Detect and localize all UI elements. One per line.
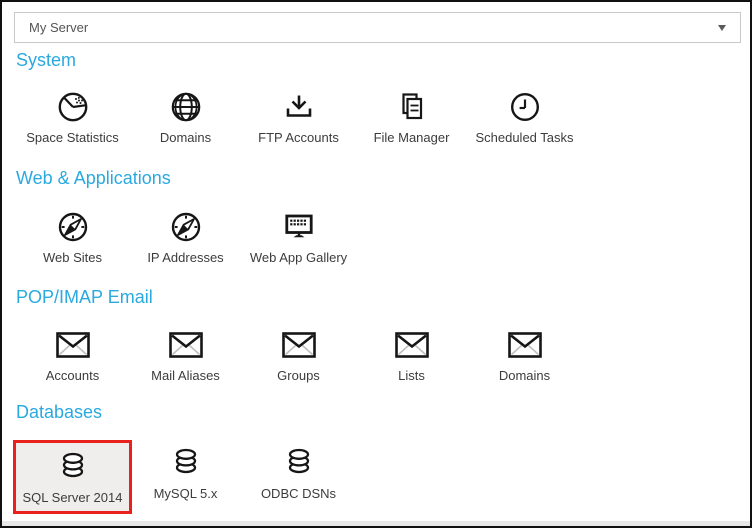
monitor-grid-icon — [281, 207, 317, 247]
item-email-lists[interactable]: Lists — [355, 325, 468, 383]
item-label: MySQL 5.x — [154, 486, 218, 501]
database-icon — [55, 447, 91, 487]
envelope-icon — [168, 325, 204, 365]
item-label: Mail Aliases — [151, 368, 220, 383]
item-mail-aliases[interactable]: Mail Aliases — [129, 325, 242, 383]
item-space-statistics[interactable]: Space Statistics — [16, 87, 129, 145]
item-label: Web App Gallery — [250, 250, 347, 265]
item-label: IP Addresses — [147, 250, 223, 265]
database-icon — [168, 443, 204, 483]
download-tray-icon — [281, 87, 317, 127]
envelope-icon — [55, 325, 91, 365]
item-label: SQL Server 2014 — [23, 490, 123, 505]
section-title-pop-imap-email: POP/IMAP Email — [16, 287, 153, 308]
item-label: Domains — [499, 368, 550, 383]
item-label: ODBC DSNs — [261, 486, 336, 501]
item-email-groups[interactable]: Groups — [242, 325, 355, 383]
section-title-databases: Databases — [16, 402, 102, 423]
database-icon — [281, 443, 317, 483]
item-ip-addresses[interactable]: IP Addresses — [129, 207, 242, 265]
pie-chart-icon — [55, 87, 91, 127]
item-sql-server-2014[interactable]: SQL Server 2014 — [13, 440, 132, 514]
item-label: Lists — [398, 368, 425, 383]
envelope-icon — [394, 325, 430, 365]
server-selector-value: My Server — [29, 20, 88, 35]
item-email-domains[interactable]: Domains — [468, 325, 581, 383]
item-email-accounts[interactable]: Accounts — [16, 325, 129, 383]
item-label: Scheduled Tasks — [475, 130, 573, 145]
item-label: Groups — [277, 368, 320, 383]
envelope-icon — [281, 325, 317, 365]
server-selector[interactable]: My Server — [14, 12, 741, 43]
item-label: Web Sites — [43, 250, 102, 265]
envelope-icon — [507, 325, 543, 365]
item-mysql[interactable]: MySQL 5.x — [129, 443, 242, 511]
control-panel-window: My Server System Space Statistics — [0, 0, 752, 528]
item-label: Accounts — [46, 368, 99, 383]
item-scheduled-tasks[interactable]: Scheduled Tasks — [468, 87, 581, 145]
item-label: Domains — [160, 130, 211, 145]
chevron-down-icon — [718, 25, 726, 31]
compass-icon — [55, 207, 91, 247]
item-domains[interactable]: Domains — [129, 87, 242, 145]
compass-icon — [168, 207, 204, 247]
section-row-system: Space Statistics Domains — [16, 87, 581, 145]
section-title-web-applications: Web & Applications — [16, 168, 171, 189]
item-label: Space Statistics — [26, 130, 119, 145]
item-label: File Manager — [374, 130, 450, 145]
section-row-email: Accounts Mail Aliases — [16, 325, 581, 383]
clock-icon — [507, 87, 543, 127]
item-odbc-dsns[interactable]: ODBC DSNs — [242, 443, 355, 511]
section-row-web-applications: Web Sites IP Addresses — [16, 207, 355, 265]
item-ftp-accounts[interactable]: FTP Accounts — [242, 87, 355, 145]
item-web-sites[interactable]: Web Sites — [16, 207, 129, 265]
globe-icon — [168, 87, 204, 127]
bottom-strip — [2, 521, 750, 526]
item-file-manager[interactable]: File Manager — [355, 87, 468, 145]
section-row-databases: SQL Server 2014 MySQL 5.x ODBC DSNs — [16, 443, 355, 511]
documents-icon — [394, 87, 430, 127]
item-web-app-gallery[interactable]: Web App Gallery — [242, 207, 355, 265]
section-title-system: System — [16, 50, 76, 71]
item-label: FTP Accounts — [258, 130, 339, 145]
